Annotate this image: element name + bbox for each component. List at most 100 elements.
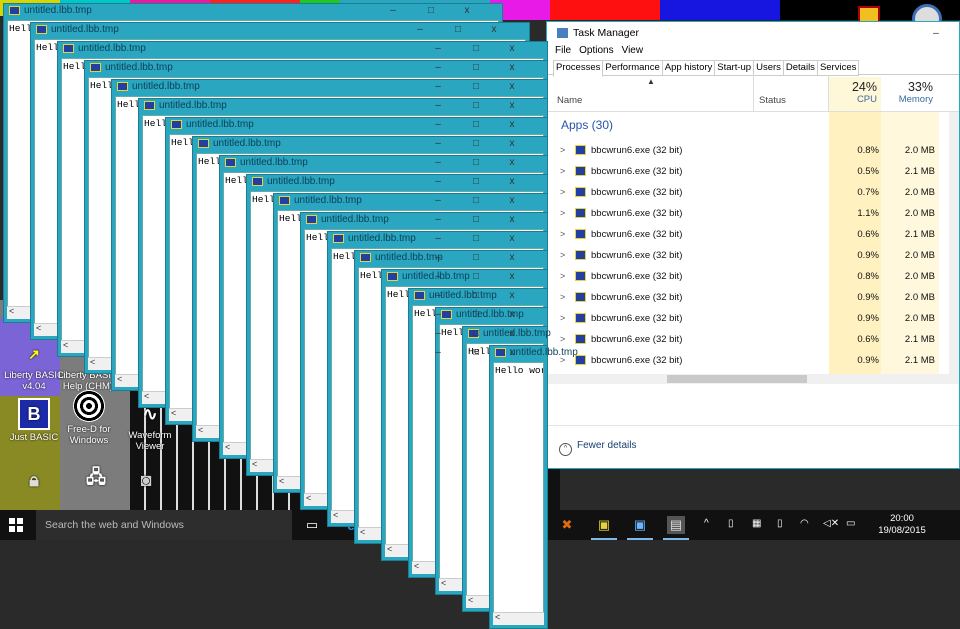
- vertical-scrollbar[interactable]: [949, 112, 959, 374]
- column-memory[interactable]: 33% Memory: [881, 77, 939, 111]
- tray-icon[interactable]: ▯: [728, 518, 734, 529]
- notifications-icon[interactable]: ▭: [846, 518, 855, 529]
- desktop-icon-lock[interactable]: 🔒︎: [0, 466, 68, 496]
- maximize-button[interactable]: □: [471, 308, 481, 322]
- close-button[interactable]: x: [489, 23, 499, 37]
- chevron-right-icon[interactable]: >: [560, 203, 565, 224]
- wifi-icon[interactable]: ◠: [800, 518, 809, 529]
- maximize-button[interactable]: □: [426, 4, 436, 18]
- process-row[interactable]: > bbcwrun6.exe (32 bit) 0.8% 2.0 MB: [547, 266, 941, 287]
- minimize-button[interactable]: –: [433, 289, 443, 303]
- close-button[interactable]: x: [507, 42, 517, 56]
- process-row[interactable]: > bbcwrun6.exe (32 bit) 0.9% 2.1 MB: [547, 350, 941, 371]
- scroll-left-icon[interactable]: <: [468, 595, 473, 605]
- close-button[interactable]: x: [507, 327, 517, 341]
- minimize-button[interactable]: –: [433, 156, 443, 170]
- bbc-basic-taskbar-icon[interactable]: ▣: [627, 516, 653, 540]
- task-manager-titlebar[interactable]: Task Manager –: [547, 22, 959, 44]
- close-button[interactable]: x: [507, 61, 517, 75]
- window-titlebar[interactable]: untitled.lbb.tmp – □ x: [166, 118, 547, 132]
- maximize-button[interactable]: □: [471, 42, 481, 56]
- minimize-button[interactable]: –: [388, 4, 398, 18]
- process-row[interactable]: > bbcwrun6.exe (32 bit) 0.6% 2.1 MB: [547, 224, 941, 245]
- process-row[interactable]: > bbcwrun6.exe (32 bit) 0.7% 2.0 MB: [547, 182, 941, 203]
- maximize-button[interactable]: □: [471, 80, 481, 94]
- minimize-button[interactable]: –: [433, 346, 443, 360]
- window-titlebar[interactable]: untitled.lbb.tmp – □ x: [435, 346, 578, 360]
- minimize-button[interactable]: –: [433, 99, 443, 113]
- scroll-left-icon[interactable]: <: [495, 612, 500, 622]
- scroll-left-icon[interactable]: <: [279, 476, 284, 486]
- minimize-button[interactable]: –: [433, 194, 443, 208]
- tab-performance[interactable]: Performance: [602, 60, 663, 76]
- minimize-button[interactable]: –: [933, 22, 953, 44]
- close-button[interactable]: x: [507, 289, 517, 303]
- close-button[interactable]: x: [507, 213, 517, 227]
- scroll-left-icon[interactable]: <: [225, 442, 230, 452]
- tray-icon[interactable]: ▯: [777, 518, 783, 529]
- window-titlebar[interactable]: untitled.lbb.tmp – □ x: [382, 270, 547, 284]
- menu-view[interactable]: View: [622, 45, 644, 56]
- maximize-button[interactable]: □: [471, 175, 481, 189]
- window-titlebar[interactable]: untitled.lbb.tmp – □ x: [301, 213, 547, 227]
- maximize-button[interactable]: □: [471, 99, 481, 113]
- process-row[interactable]: > bbcwrun6.exe (32 bit) 0.9% 2.0 MB: [547, 245, 941, 266]
- process-row[interactable]: > bbcwrun6.exe (32 bit) 0.9% 2.0 MB: [547, 287, 941, 308]
- chevron-right-icon[interactable]: >: [560, 287, 565, 308]
- minimize-button[interactable]: –: [433, 251, 443, 265]
- tab-services[interactable]: Services: [816, 60, 860, 76]
- column-name[interactable]: Name: [557, 95, 582, 106]
- column-cpu[interactable]: 24% CPU: [829, 77, 881, 111]
- scroll-left-icon[interactable]: <: [333, 510, 338, 520]
- process-row[interactable]: > bbcwrun6.exe (32 bit) 1.1% 2.0 MB: [547, 203, 941, 224]
- minimize-button[interactable]: –: [433, 308, 443, 322]
- maximize-button[interactable]: □: [471, 251, 481, 265]
- window-titlebar[interactable]: untitled.lbb.tmp – □ x: [31, 23, 529, 37]
- scroll-left-icon[interactable]: <: [36, 323, 41, 333]
- minimize-button[interactable]: –: [433, 61, 443, 75]
- window-titlebar[interactable]: untitled.lbb.tmp – □ x: [85, 61, 547, 75]
- window-titlebar[interactable]: untitled.lbb.tmp – □ x: [355, 251, 547, 265]
- close-button[interactable]: x: [507, 308, 517, 322]
- close-button[interactable]: x: [507, 175, 517, 189]
- close-button[interactable]: x: [507, 118, 517, 132]
- scroll-left-icon[interactable]: <: [9, 306, 14, 316]
- close-button[interactable]: x: [507, 251, 517, 265]
- tab-details[interactable]: Details: [782, 60, 818, 76]
- minimize-button[interactable]: –: [433, 137, 443, 151]
- tab-app-history[interactable]: App history: [661, 60, 716, 76]
- search-box[interactable]: Search the web and Windows: [36, 510, 292, 540]
- scroll-left-icon[interactable]: <: [144, 391, 149, 401]
- close-button[interactable]: x: [507, 156, 517, 170]
- process-row[interactable]: > bbcwrun6.exe (32 bit) 0.8% 2.0 MB: [547, 140, 941, 161]
- basic-window[interactable]: untitled.lbb.tmp – □ x Hello world <: [435, 345, 578, 629]
- chevron-right-icon[interactable]: >: [560, 245, 565, 266]
- maximize-button[interactable]: □: [471, 156, 481, 170]
- chevron-right-icon[interactable]: >: [560, 266, 565, 287]
- maximize-button[interactable]: □: [471, 346, 481, 360]
- process-row[interactable]: > bbcwrun6.exe (32 bit) 0.6% 2.1 MB: [547, 329, 941, 350]
- scroll-left-icon[interactable]: <: [306, 493, 311, 503]
- scroll-left-icon[interactable]: <: [63, 340, 68, 350]
- start-button[interactable]: [9, 518, 23, 532]
- task-manager-taskbar-icon[interactable]: ▤: [663, 516, 689, 540]
- output-area[interactable]: Hello world: [493, 362, 544, 625]
- maximize-button[interactable]: □: [471, 213, 481, 227]
- maximize-button[interactable]: □: [471, 61, 481, 75]
- maximize-button[interactable]: □: [471, 194, 481, 208]
- chevron-right-icon[interactable]: >: [560, 140, 565, 161]
- tab-users[interactable]: Users: [753, 60, 784, 76]
- maximize-button[interactable]: □: [471, 270, 481, 284]
- maximize-button[interactable]: □: [471, 137, 481, 151]
- scroll-left-icon[interactable]: <: [252, 459, 257, 469]
- window-titlebar[interactable]: untitled.lbb.tmp – □ x: [193, 137, 547, 151]
- window-titlebar[interactable]: untitled.lbb.tmp – □ x: [328, 232, 547, 246]
- window-titlebar[interactable]: untitled.lbb.tmp – □ x: [274, 194, 547, 208]
- app-x-icon[interactable]: ✖: [558, 516, 576, 534]
- scrollbar-thumb[interactable]: [667, 375, 807, 383]
- chevron-right-icon[interactable]: >: [560, 182, 565, 203]
- minimize-button[interactable]: –: [415, 23, 425, 37]
- close-button[interactable]: x: [507, 99, 517, 113]
- desktop-icon-camera[interactable]: ◙: [112, 466, 180, 496]
- scroll-left-icon[interactable]: <: [198, 425, 203, 435]
